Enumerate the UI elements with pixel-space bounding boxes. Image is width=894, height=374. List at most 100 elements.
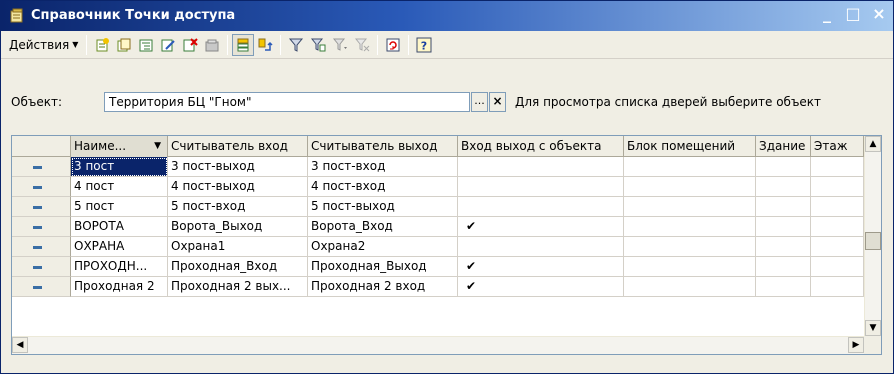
cell-building[interactable] [756, 277, 811, 297]
table-row[interactable]: 3 пост 3 пост-выход 3 пост-вход [12, 157, 881, 177]
cell-block[interactable] [624, 177, 756, 197]
help-button[interactable]: ? [413, 34, 435, 56]
cell-in-out[interactable] [458, 157, 624, 177]
cell-name[interactable]: 4 пост [71, 177, 168, 197]
filter-history-button[interactable] [329, 34, 351, 56]
level-up-button[interactable] [254, 34, 276, 56]
copy-button[interactable] [113, 34, 135, 56]
cell-block[interactable] [624, 197, 756, 217]
cell-floor[interactable] [811, 277, 864, 297]
filter-by-value-icon [311, 38, 326, 51]
cell-reader-out[interactable]: Охрана2 [308, 237, 458, 257]
table-row[interactable]: 5 пост 5 пост-вход 5 пост-выход [12, 197, 881, 217]
cell-floor[interactable] [811, 157, 864, 177]
cell-reader-out[interactable]: Проходная_Выход [308, 257, 458, 277]
cell-in-out[interactable]: ✔ [458, 217, 624, 237]
column-header-reader-out[interactable]: Считыватель выход [308, 136, 458, 157]
cell-reader-in[interactable]: 5 пост-вход [168, 197, 308, 217]
cell-name[interactable]: ВОРОТА [71, 217, 168, 237]
filter-button[interactable] [285, 34, 307, 56]
cell-block[interactable] [624, 237, 756, 257]
cell-building[interactable] [756, 237, 811, 257]
cell-building[interactable] [756, 197, 811, 217]
cell-reader-in[interactable]: Охрана1 [168, 237, 308, 257]
object-field[interactable]: Территория БЦ "Гном" [104, 92, 470, 112]
cell-reader-out[interactable]: 4 пост-вход [308, 177, 458, 197]
vertical-scrollbar[interactable]: ▲ ▼ [864, 136, 881, 336]
cell-floor[interactable] [811, 177, 864, 197]
hierarchy-icon [237, 38, 249, 51]
cell-reader-in[interactable]: 4 пост-выход [168, 177, 308, 197]
cell-reader-out[interactable]: Ворота_Вход [308, 217, 458, 237]
cell-block[interactable] [624, 257, 756, 277]
cell-in-out[interactable]: ✔ [458, 277, 624, 297]
cell-block[interactable] [624, 277, 756, 297]
scroll-left-icon[interactable]: ◀ [12, 337, 28, 353]
refresh-button[interactable] [382, 34, 404, 56]
minimize-button[interactable]: _ [817, 5, 837, 25]
cell-name[interactable]: 5 пост [71, 197, 168, 217]
add-group-button[interactable] [135, 34, 157, 56]
cell-building[interactable] [756, 157, 811, 177]
cell-name[interactable]: 3 пост [71, 157, 168, 177]
refresh-icon [386, 38, 400, 51]
cell-reader-in[interactable]: 3 пост-выход [168, 157, 308, 177]
cell-building[interactable] [756, 217, 811, 237]
cell-in-out[interactable] [458, 197, 624, 217]
help-icon: ? [416, 37, 432, 52]
scroll-up-icon[interactable]: ▲ [865, 136, 881, 152]
cell-name[interactable]: ПРОХОДН... [71, 257, 168, 277]
scroll-down-icon[interactable]: ▼ [865, 320, 881, 336]
table-row[interactable]: ПРОХОДН... Проходная_Вход Проходная_Выход ✔ [12, 257, 881, 277]
filter-icon [289, 38, 304, 52]
actions-menu[interactable]: Действия ▼ [5, 34, 82, 56]
cell-in-out[interactable] [458, 177, 624, 197]
scroll-right-icon[interactable]: ▶ [848, 337, 864, 353]
close-button[interactable]: × [869, 5, 889, 25]
cell-floor[interactable] [811, 257, 864, 277]
delete-button[interactable] [179, 34, 201, 56]
cell-reader-out[interactable]: Проходная 2 вход [308, 277, 458, 297]
cell-reader-out[interactable]: 3 пост-вход [308, 157, 458, 177]
cell-name[interactable]: Проходная 2 [71, 277, 168, 297]
column-header-floor[interactable]: Этаж [811, 136, 864, 157]
hierarchy-button[interactable] [232, 33, 255, 56]
column-header-building[interactable]: Здание [756, 136, 811, 157]
column-header-block[interactable]: Блок помещений [624, 136, 756, 157]
column-header-in-out[interactable]: Вход выход с объекта [458, 136, 624, 157]
object-pick-button[interactable]: ... [471, 92, 488, 112]
cell-block[interactable] [624, 217, 756, 237]
horizontal-scrollbar[interactable]: ◀ ▶ [12, 336, 864, 354]
cell-floor[interactable] [811, 217, 864, 237]
cell-building[interactable] [756, 177, 811, 197]
cell-building[interactable] [756, 257, 811, 277]
cell-reader-in[interactable]: Ворота_Выход [168, 217, 308, 237]
cell-block[interactable] [624, 157, 756, 177]
cell-floor[interactable] [811, 197, 864, 217]
cell-reader-in[interactable]: Проходная 2 вых... [168, 277, 308, 297]
table-row[interactable]: ВОРОТА Ворота_Выход Ворота_Вход ✔ [12, 217, 881, 237]
table-row[interactable]: Проходная 2 Проходная 2 вых... Проходная 2… [12, 277, 881, 297]
column-header-reader-in[interactable]: Считыватель вход [168, 136, 308, 157]
vertical-scroll-thumb[interactable] [865, 232, 881, 250]
clear-filter-button[interactable] [351, 34, 373, 56]
cell-reader-in[interactable]: Проходная_Вход [168, 257, 308, 277]
title-bar[interactable]: Справочник Точки доступа _ □ × [1, 1, 893, 31]
edit-button[interactable] [157, 34, 179, 56]
cell-in-out[interactable]: ✔ [458, 257, 624, 277]
cell-floor[interactable] [811, 237, 864, 257]
toolbar: Действия ▼ ? [1, 31, 893, 59]
mark-delete-button[interactable] [201, 34, 223, 56]
column-header-name[interactable]: Наиме... ▼ [71, 136, 168, 157]
scroll-corner [864, 336, 881, 354]
cell-in-out[interactable] [458, 237, 624, 257]
table-row[interactable]: 4 пост 4 пост-выход 4 пост-вход [12, 177, 881, 197]
level-up-icon [258, 38, 273, 51]
table-row[interactable]: ОХРАНА Охрана1 Охрана2 [12, 237, 881, 257]
cell-reader-out[interactable]: 5 пост-выход [308, 197, 458, 217]
add-button[interactable] [91, 34, 113, 56]
maximize-button[interactable]: □ [843, 5, 863, 25]
object-clear-button[interactable]: × [489, 92, 506, 112]
filter-by-value-button[interactable] [307, 34, 329, 56]
cell-name[interactable]: ОХРАНА [71, 237, 168, 257]
